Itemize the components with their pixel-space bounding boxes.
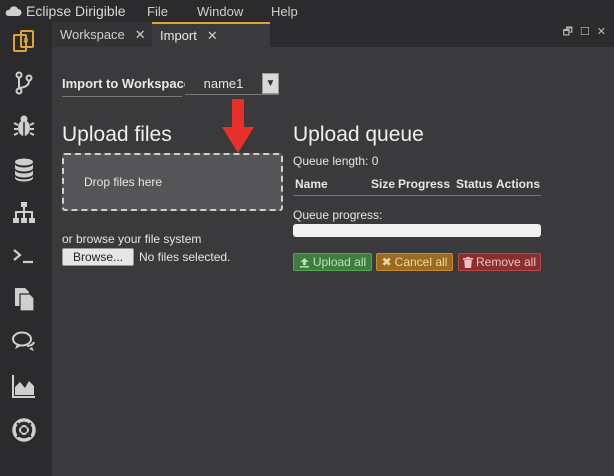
- app-title: Eclipse Dirigible: [26, 3, 126, 19]
- workspace-icon[interactable]: [10, 28, 38, 56]
- area-chart-icon[interactable]: [10, 372, 38, 400]
- cancel-all-label: Cancel all: [394, 255, 448, 269]
- cancel-all-button[interactable]: ✖ Cancel all: [376, 253, 453, 271]
- annotation-arrow-icon: [222, 99, 254, 153]
- database-icon[interactable]: [10, 156, 38, 184]
- chevron-down-icon[interactable]: ▼: [262, 72, 279, 94]
- close-icon[interactable]: ✕: [135, 27, 146, 43]
- menu-help[interactable]: Help: [271, 4, 298, 19]
- import-view: Import to Workspace name1 ▼ Upload files…: [52, 47, 614, 476]
- tab-import[interactable]: Import ✕: [152, 22, 270, 47]
- perspective-sidebar: [0, 22, 52, 476]
- upload-all-label: Upload all: [312, 255, 367, 269]
- help-lifebuoy-icon[interactable]: [10, 416, 38, 444]
- upload-icon: [299, 257, 309, 267]
- menu-window[interactable]: Window: [197, 4, 243, 19]
- queue-progress-label: Queue progress:: [293, 208, 383, 222]
- restore-icon[interactable]: 🗗: [563, 26, 573, 38]
- menu-bar: Eclipse Dirigible File Window Help: [0, 0, 614, 22]
- import-to-workspace-label: Import to Workspace: [62, 76, 192, 91]
- tab-label: Import: [160, 28, 197, 43]
- workspace-select-value: name1: [203, 75, 244, 91]
- column-progress: Progress: [398, 177, 451, 191]
- no-file-selected-text: No files selected.: [139, 250, 231, 264]
- maximize-icon[interactable]: ☐: [580, 26, 590, 38]
- window-controls: 🗗 ☐ ✕: [563, 26, 606, 38]
- menu-file[interactable]: File: [147, 4, 168, 19]
- git-branch-icon[interactable]: [10, 69, 38, 97]
- close-icon[interactable]: ✕: [597, 26, 606, 38]
- chat-icon[interactable]: [10, 328, 38, 356]
- column-size: Size: [371, 177, 396, 191]
- app-brand: Eclipse Dirigible: [0, 3, 151, 19]
- tab-label: Workspace: [60, 27, 125, 42]
- remove-all-button[interactable]: Remove all: [458, 253, 541, 271]
- close-icon[interactable]: ✕: [207, 28, 218, 44]
- upload-queue-heading: Upload queue: [293, 123, 424, 146]
- upload-all-button[interactable]: Upload all: [293, 253, 372, 271]
- browse-file-system-text: or browse your file system: [62, 232, 202, 246]
- hierarchy-icon[interactable]: [10, 199, 38, 227]
- workspace-select[interactable]: name1 ▼: [185, 72, 279, 95]
- editor-tab-bar: Workspace ✕ Import ✕ 🗗 ☐ ✕: [52, 22, 614, 47]
- queue-progress-bar: [293, 224, 541, 237]
- drop-zone-text: Drop files here: [84, 175, 163, 189]
- queue-length: Queue length: 0: [293, 154, 379, 168]
- cloud-logo-icon: [5, 6, 22, 16]
- label-divider: [62, 96, 182, 97]
- remove-all-label: Remove all: [475, 255, 537, 269]
- column-actions: Actions: [496, 177, 541, 191]
- documents-icon[interactable]: [10, 285, 38, 313]
- column-status: Status: [456, 177, 493, 191]
- debug-bug-icon[interactable]: [10, 112, 38, 140]
- upload-files-heading: Upload files: [62, 123, 172, 146]
- queue-table-header: Name Size Progress Status Actions: [293, 175, 541, 196]
- file-drop-zone[interactable]: Drop files here: [62, 153, 283, 211]
- terminal-icon[interactable]: [10, 242, 38, 270]
- trash-icon: [462, 256, 473, 268]
- tab-workspace[interactable]: Workspace ✕: [52, 22, 152, 47]
- column-name: Name: [295, 177, 328, 191]
- cancel-icon: ✖: [381, 255, 392, 269]
- browse-button[interactable]: Browse...: [62, 248, 134, 266]
